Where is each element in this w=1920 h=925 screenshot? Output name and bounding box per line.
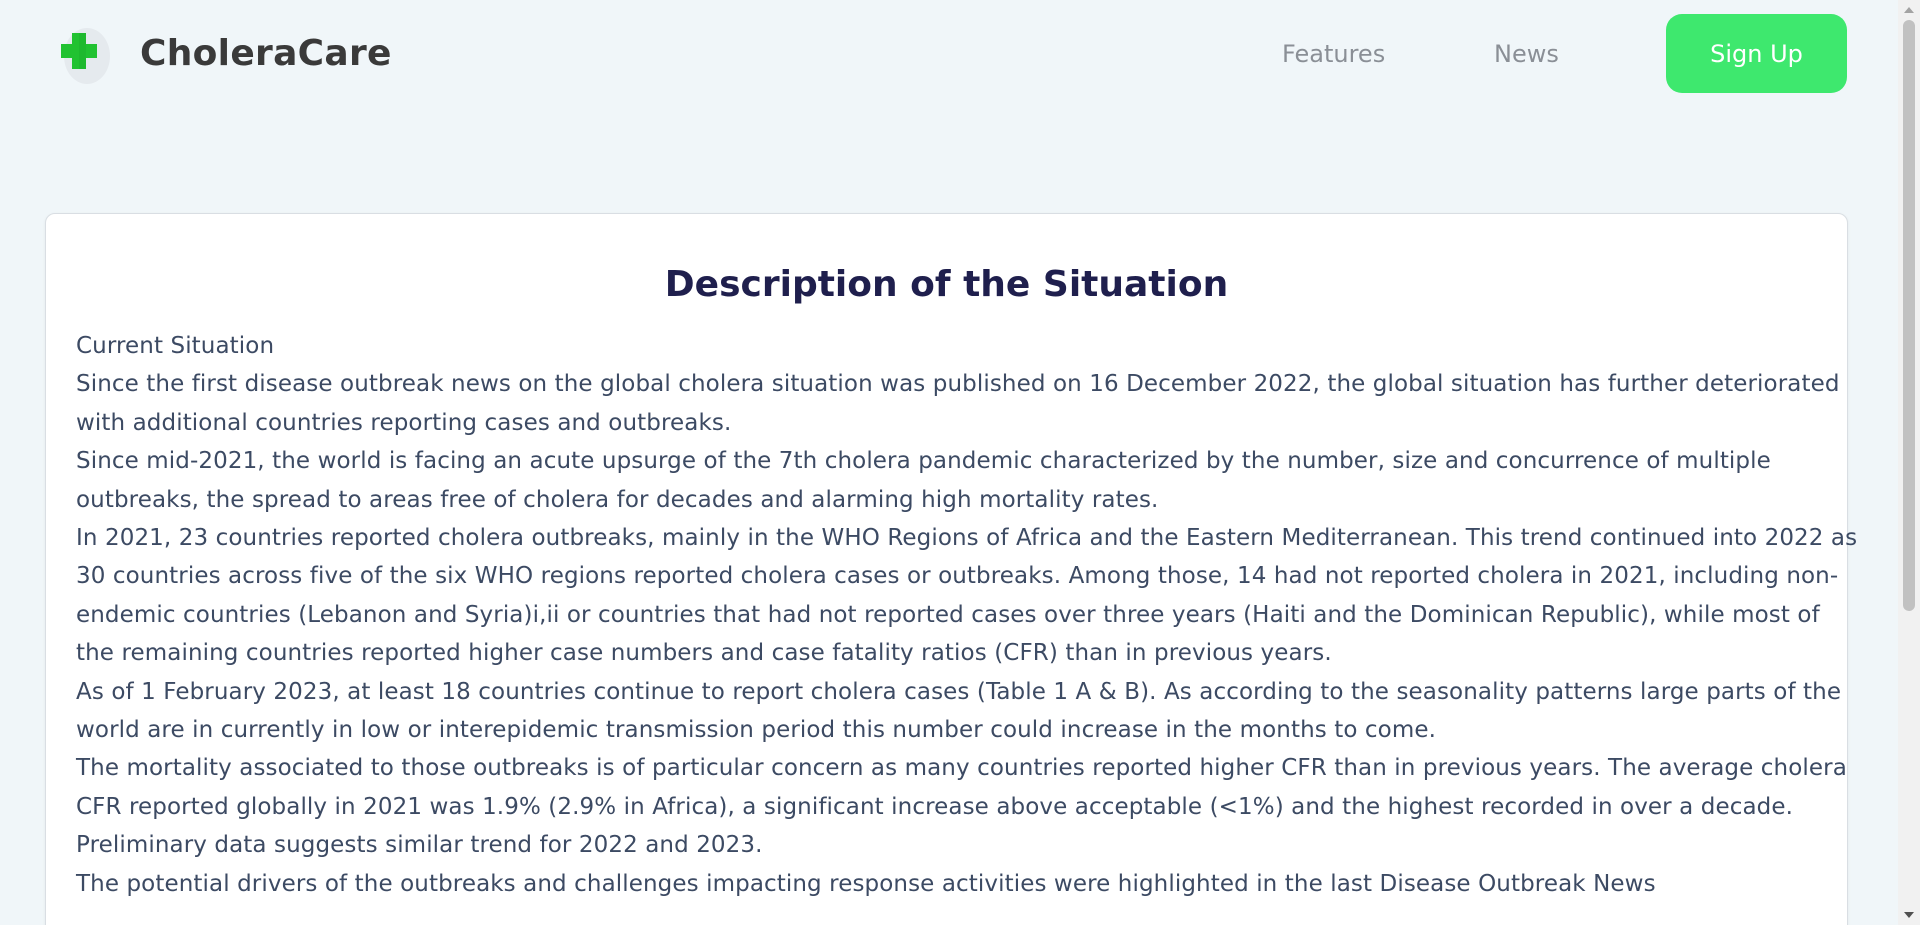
scroll-up-arrow-icon[interactable] — [1898, 0, 1920, 20]
brand-name: CholeraCare — [140, 32, 392, 74]
green-cross-icon — [60, 22, 110, 84]
signup-button[interactable]: Sign Up — [1666, 14, 1847, 93]
scrollbar-thumb[interactable] — [1903, 20, 1915, 611]
logo[interactable]: CholeraCare — [60, 22, 392, 84]
article-paragraph: As of 1 February 2023, at least 18 count… — [76, 678, 1842, 744]
section-heading-current-situation: Current Situation — [76, 333, 275, 359]
article-paragraph: In 2021, 23 countries reported cholera o… — [76, 525, 1858, 667]
page: CholeraCare Features News Sign Up Descri… — [0, 0, 1920, 925]
nav-news-link[interactable]: News — [1494, 40, 1559, 68]
site-header: CholeraCare Features News Sign Up — [0, 0, 1898, 110]
article-card: Description of the Situation Current Sit… — [45, 213, 1857, 925]
article-content: Current Situation Since the first diseas… — [76, 327, 1861, 903]
article-title: Description of the Situation — [664, 264, 1229, 305]
scroll-down-arrow-icon[interactable] — [1898, 905, 1920, 925]
article-paragraph: Since mid-2021, the world is facing an a… — [76, 448, 1771, 513]
nav-features-link[interactable]: Features — [1282, 40, 1385, 68]
article-paragraph: The mortality associated to those outbre… — [76, 755, 1847, 859]
article-paragraph: Since the first disease outbreak news on… — [76, 371, 1840, 436]
vertical-scrollbar[interactable] — [1898, 0, 1920, 925]
article-paragraph: The potential drivers of the outbreaks a… — [76, 870, 1656, 897]
